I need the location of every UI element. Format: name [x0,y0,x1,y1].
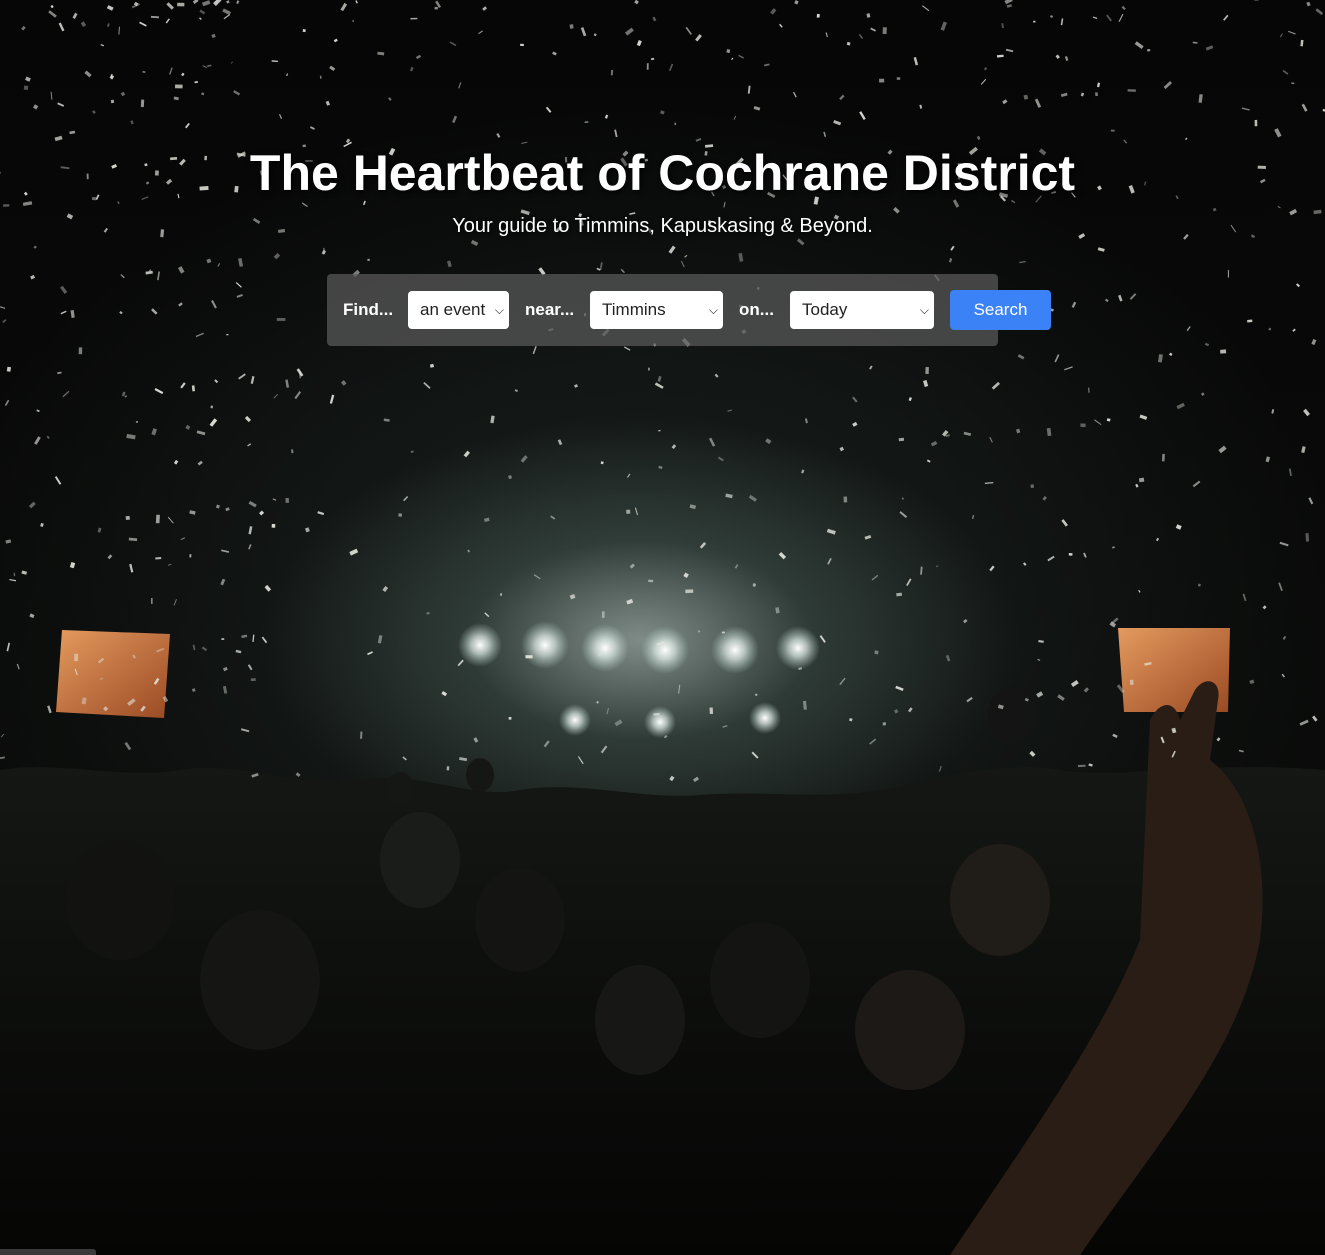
date-select[interactable]: Today ⌵ [790,291,934,329]
page-title: The Heartbeat of Cochrane District [249,145,1076,201]
date-value: Today [802,300,848,319]
page-subtitle: Your guide to Timmins, Kapuskasing & Bey… [452,215,873,237]
event-type-select[interactable]: an event ⌵ [408,291,509,329]
hero-heading: The Heartbeat of Cochrane District Your … [0,140,1325,240]
find-label: Find... [343,300,394,319]
hero-section: The Heartbeat of Cochrane District Your … [0,0,1325,1255]
on-label: on... [739,300,774,319]
event-search-bar: Find... an event ⌵ near... Timmins ⌵ on.… [327,274,1051,346]
event-type-value: an event [420,300,486,319]
location-value: Timmins [602,300,666,319]
near-label: near... [525,300,575,319]
search-button[interactable]: Search [950,290,1051,330]
scrollbar-stub [0,1249,96,1255]
chevron-down-icon: ⌵ [708,303,718,317]
chevron-down-icon: ⌵ [494,303,504,317]
chevron-down-icon: ⌵ [919,303,929,317]
location-select[interactable]: Timmins ⌵ [590,291,723,329]
